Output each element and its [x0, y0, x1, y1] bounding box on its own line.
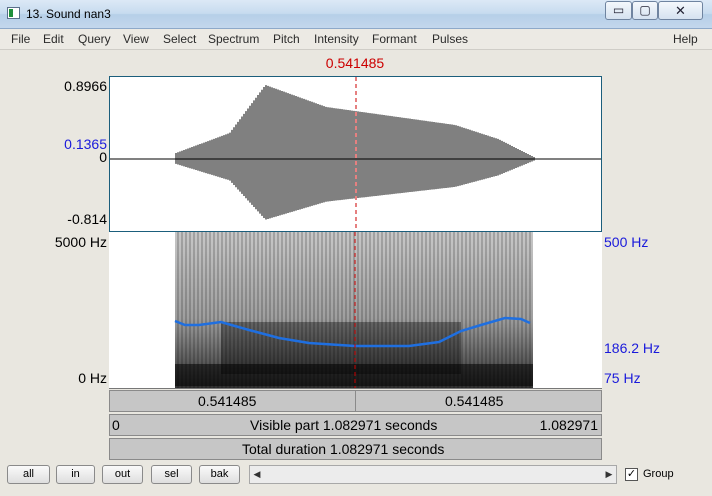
- zoom-selection-button[interactable]: sel: [151, 465, 192, 484]
- scroll-right-arrow-icon[interactable]: ▶: [602, 466, 616, 483]
- left-segment-duration[interactable]: 0.541485: [198, 393, 256, 409]
- cursor-time-label: 0.541485: [325, 55, 385, 71]
- total-duration-label: Total duration 1.082971 seconds: [242, 441, 445, 457]
- menu-view[interactable]: View: [123, 32, 149, 46]
- menu-intensity[interactable]: Intensity: [314, 32, 359, 46]
- scroll-left-arrow-icon[interactable]: ◀: [250, 466, 264, 483]
- window-title: 13. Sound nan3: [26, 7, 111, 21]
- menu-formant[interactable]: Formant: [372, 32, 417, 46]
- menu-file[interactable]: File: [11, 32, 30, 46]
- spectrogram-low-band: [175, 364, 533, 386]
- menu-pitch[interactable]: Pitch: [273, 32, 300, 46]
- menu-edit[interactable]: Edit: [43, 32, 64, 46]
- group-checkbox[interactable]: ✓: [625, 468, 638, 481]
- zoom-all-button[interactable]: all: [7, 465, 50, 484]
- spectrogram-panel[interactable]: [109, 232, 602, 389]
- visible-start-time: 0: [112, 417, 120, 433]
- pitch-top-label: 500 Hz: [604, 234, 649, 250]
- waveform-zero-label: 0: [99, 149, 107, 165]
- waveform-plot: [110, 77, 601, 231]
- spectrogram-bottom-label: 0 Hz: [78, 370, 107, 386]
- menu-select[interactable]: Select: [163, 32, 196, 46]
- time-segment-bar[interactable]: [109, 390, 602, 412]
- menu-pulses[interactable]: Pulses: [432, 32, 468, 46]
- maximize-button[interactable]: ▢: [632, 1, 658, 20]
- right-segment-duration[interactable]: 0.541485: [445, 393, 503, 409]
- menu-spectrum[interactable]: Spectrum: [208, 32, 259, 46]
- waveform-max-label: 0.8966: [64, 78, 107, 94]
- menu-help[interactable]: Help: [673, 32, 698, 46]
- group-label: Group: [643, 468, 674, 480]
- zoom-back-button[interactable]: bak: [199, 465, 240, 484]
- menu-query[interactable]: Query: [78, 32, 111, 46]
- visible-part-label: Visible part 1.082971 seconds: [250, 417, 438, 433]
- visible-end-time: 1.082971: [539, 417, 598, 433]
- waveform-min-label: -0.814: [67, 211, 107, 227]
- spectrogram-top-label: 5000 Hz: [54, 234, 107, 250]
- segment-divider: [355, 391, 356, 411]
- pitch-value-label: 186.2 Hz: [604, 340, 661, 356]
- praat-app-icon: [7, 7, 20, 19]
- minimize-button[interactable]: ▭: [605, 1, 632, 20]
- zoom-out-button[interactable]: out: [102, 465, 143, 484]
- pitch-bottom-label: 75 Hz: [604, 370, 641, 386]
- close-button[interactable]: ✕: [658, 1, 703, 20]
- zoom-in-button[interactable]: in: [56, 465, 95, 484]
- horizontal-scrollbar[interactable]: [249, 465, 617, 484]
- waveform-panel[interactable]: [109, 76, 602, 232]
- spectrogram-plot: [174, 232, 533, 388]
